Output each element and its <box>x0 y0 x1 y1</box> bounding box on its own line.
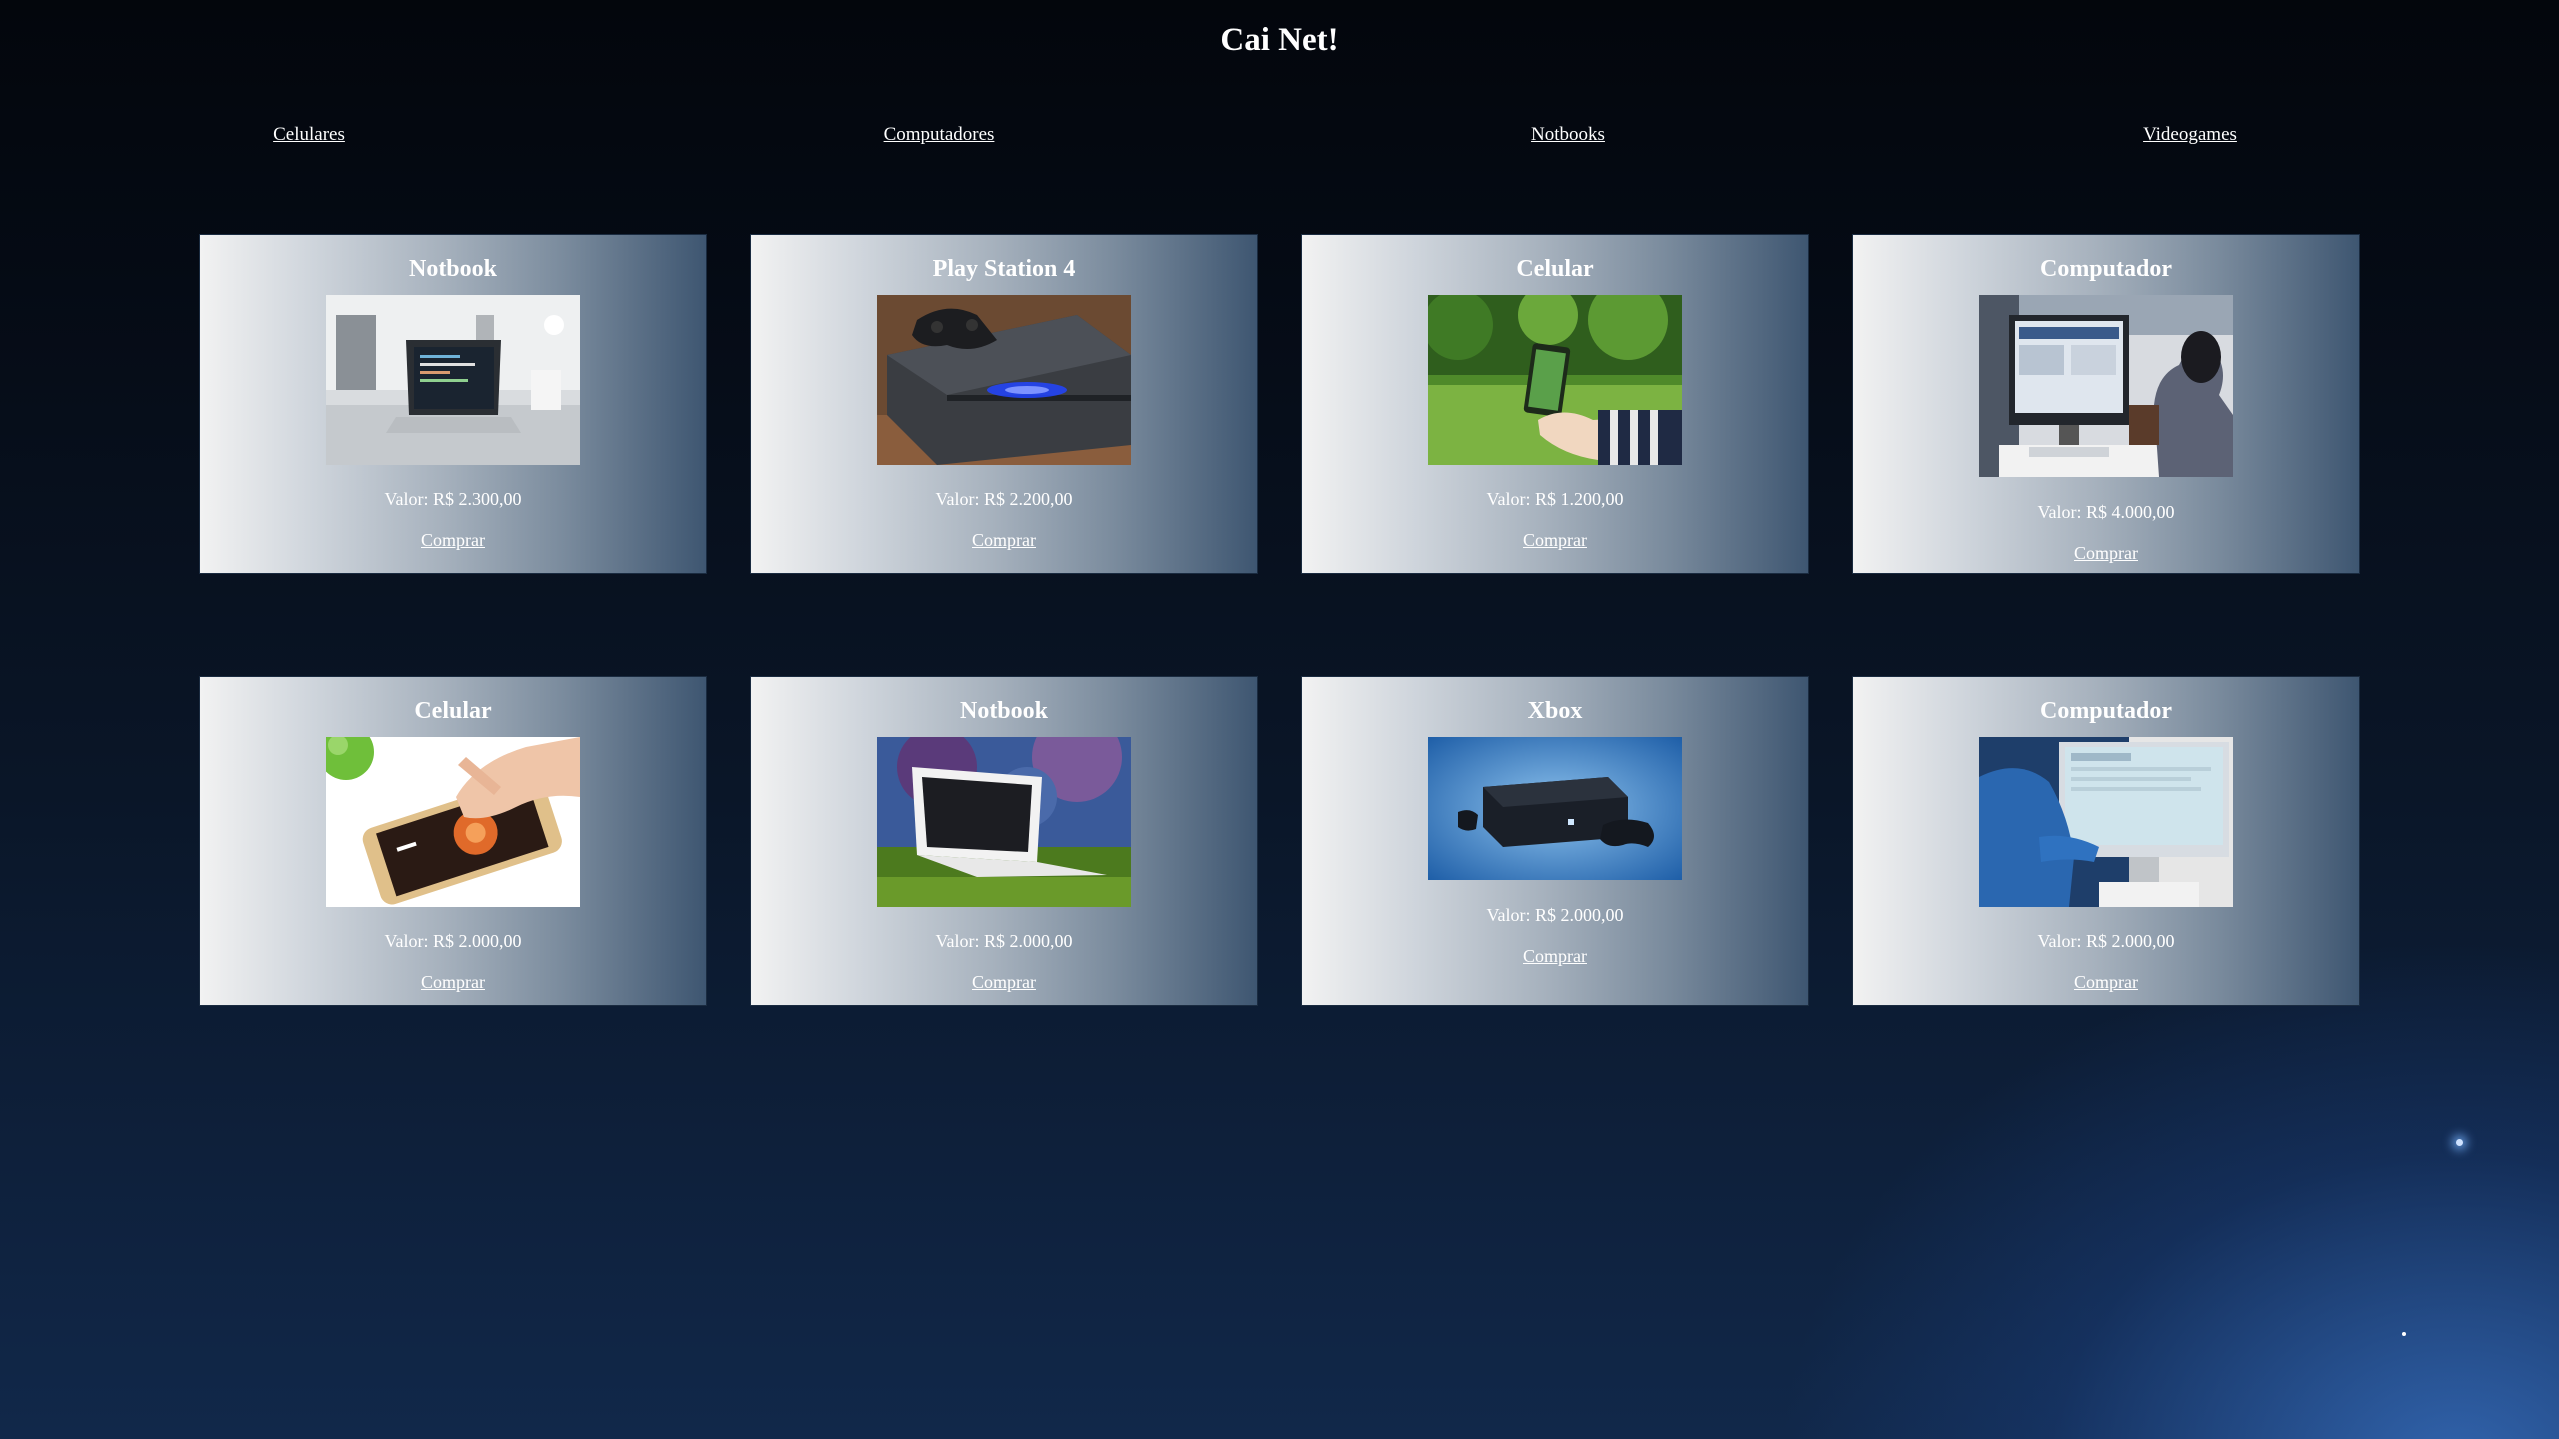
laptop-desk-photo <box>326 295 580 465</box>
product-card-computador: Computador Valor: R$ 2.000,00 Comprar <box>1852 676 2360 1006</box>
product-title: Xbox <box>1527 698 1583 724</box>
nav-link-computadores[interactable]: Computadores <box>884 124 995 146</box>
buy-link[interactable]: Comprar <box>2074 543 2138 564</box>
product-card-play-station-4: Play Station 4 Valor: R$ 2.200,00 Compra… <box>750 234 1258 574</box>
product-title: Notbook <box>408 256 498 282</box>
buy-link[interactable]: Comprar <box>972 530 1036 551</box>
product-card-celular: Celular Valor: R$ 1.200,00 Comprar <box>1301 234 1809 574</box>
product-price: Valor: R$ 2.000,00 <box>2037 931 2175 951</box>
nav-link-notbooks[interactable]: Notbooks <box>1531 124 1605 146</box>
buy-link[interactable]: Comprar <box>2074 972 2138 993</box>
product-card-notbook: Notbook Valor: R$ 2.000,00 Comprar <box>750 676 1258 1006</box>
phone-in-park-photo <box>1428 295 1682 465</box>
product-card-celular: Celular Valor: R$ 2.000,00 Comprar <box>199 676 707 1006</box>
product-title: Celular <box>1516 256 1594 282</box>
background-star <box>2456 1139 2463 1146</box>
product-title: Play Station 4 <box>932 256 1076 282</box>
product-title: Celular <box>414 698 492 724</box>
xbox-one-photo <box>1428 737 1682 880</box>
product-price: Valor: R$ 2.000,00 <box>384 931 522 951</box>
product-price: Valor: R$ 2.000,00 <box>1486 905 1624 925</box>
product-card-notbook: Notbook Valor: R$ 2.300,00 Comprar <box>199 234 707 574</box>
background-star <box>2402 1332 2406 1336</box>
buy-link[interactable]: Comprar <box>1523 530 1587 551</box>
white-laptop-grass-photo <box>877 737 1131 907</box>
product-price: Valor: R$ 2.200,00 <box>935 489 1073 509</box>
product-card-computador: Computador Valor: R$ 4.000,00 Comprar <box>1852 234 2360 574</box>
product-price: Valor: R$ 4.000,00 <box>2037 502 2175 522</box>
product-title: Computador <box>2039 256 2172 282</box>
buy-link[interactable]: Comprar <box>1523 946 1587 967</box>
nav-link-celulares[interactable]: Celulares <box>273 124 345 146</box>
product-card-xbox: Xbox Valor: R$ 2.000,00 Comprar <box>1301 676 1809 1006</box>
product-title: Notbook <box>959 698 1049 724</box>
smartphone-touch-photo <box>326 737 580 907</box>
playstation-4-photo <box>877 295 1131 465</box>
product-price: Valor: R$ 1.200,00 <box>1486 489 1624 509</box>
nav-link-videogames[interactable]: Videogames <box>2143 124 2237 146</box>
buy-link[interactable]: Comprar <box>421 530 485 551</box>
office-computer-photo <box>1979 295 2233 477</box>
imac-user-photo <box>1979 737 2233 907</box>
product-price: Valor: R$ 2.300,00 <box>384 489 522 509</box>
page-title: Cai Net! <box>1220 22 1339 58</box>
product-price: Valor: R$ 2.000,00 <box>935 931 1073 951</box>
buy-link[interactable]: Comprar <box>972 972 1036 993</box>
buy-link[interactable]: Comprar <box>421 972 485 993</box>
product-title: Computador <box>2039 698 2172 724</box>
